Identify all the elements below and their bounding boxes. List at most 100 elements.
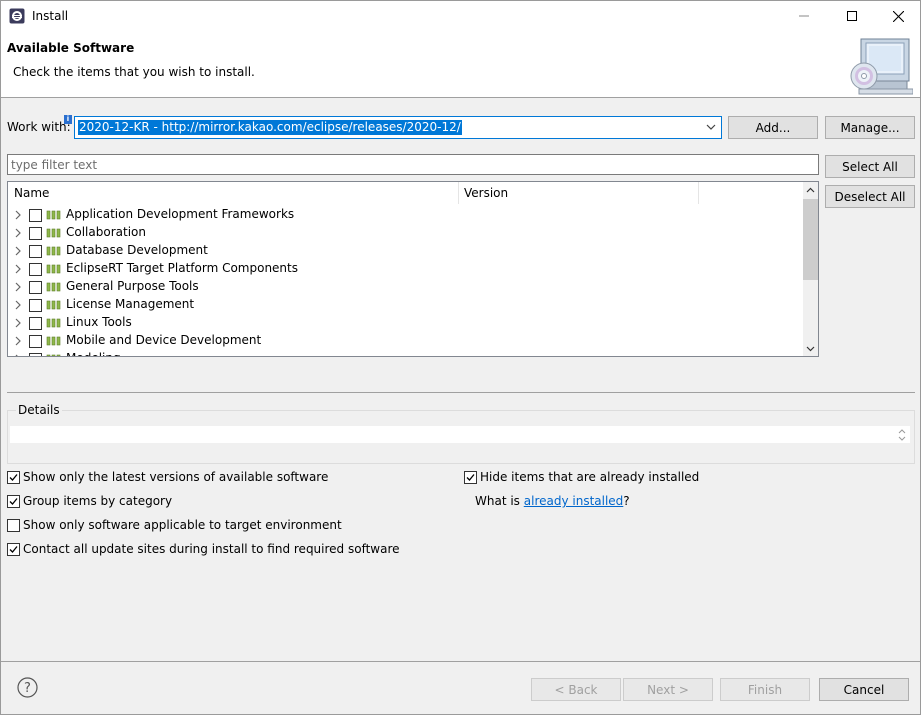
info-icon: i <box>64 115 72 124</box>
tree-row[interactable]: Database Development <box>8 242 803 260</box>
page-title: Available Software <box>7 41 135 55</box>
check-icon <box>466 473 475 481</box>
row-checkbox[interactable] <box>29 263 42 276</box>
row-checkbox[interactable] <box>29 299 42 312</box>
chevron-right-icon[interactable] <box>14 354 22 357</box>
target-env-checkbox[interactable] <box>7 518 20 532</box>
row-label: EclipseRT Target Platform Components <box>66 261 298 275</box>
chevron-right-icon[interactable] <box>14 300 22 310</box>
maximize-button[interactable] <box>829 1 875 31</box>
feature-category-icon <box>46 264 61 274</box>
spinner-icon[interactable] <box>896 428 908 442</box>
latest-versions-checkbox[interactable] <box>7 470 20 484</box>
hide-installed-checkbox[interactable] <box>464 470 477 484</box>
target-env-label: Show only software applicable to target … <box>23 518 342 532</box>
row-checkbox[interactable] <box>29 209 42 222</box>
hide-installed-option[interactable]: Hide items that are already installed <box>464 470 699 484</box>
tree-scrollbar[interactable] <box>803 182 818 356</box>
latest-versions-label: Show only the latest versions of availab… <box>23 470 329 484</box>
deselect-all-button[interactable]: Deselect All <box>825 185 915 208</box>
next-button[interactable]: Next > <box>623 678 713 701</box>
group-by-category-option[interactable]: Group items by category <box>7 494 172 508</box>
chevron-down-icon[interactable] <box>704 120 718 135</box>
finish-button[interactable]: Finish <box>720 678 810 701</box>
feature-category-icon <box>46 336 61 346</box>
title-bar: Install <box>1 1 920 31</box>
minimize-button[interactable] <box>781 1 827 31</box>
column-name[interactable]: Name <box>14 186 49 200</box>
eclipse-icon <box>9 8 25 24</box>
window-title: Install <box>32 9 69 23</box>
back-button[interactable]: < Back <box>531 678 621 701</box>
maximize-icon <box>847 11 857 21</box>
work-with-combo[interactable]: 2020-12-KR - http://mirror.kakao.com/ecl… <box>74 116 722 139</box>
details-text <box>10 426 910 443</box>
minimize-icon <box>799 15 809 17</box>
row-checkbox[interactable] <box>29 335 42 348</box>
row-checkbox[interactable] <box>29 353 42 356</box>
tree-row[interactable]: Collaboration <box>8 224 803 242</box>
install-computer-cd-icon <box>850 38 913 95</box>
row-checkbox[interactable] <box>29 317 42 330</box>
chevron-right-icon[interactable] <box>14 246 22 256</box>
page-description: Check the items that you wish to install… <box>13 65 255 79</box>
latest-versions-option[interactable]: Show only the latest versions of availab… <box>7 470 328 484</box>
tree-row[interactable]: License Management <box>8 296 803 314</box>
work-with-value[interactable]: 2020-12-KR - http://mirror.kakao.com/ecl… <box>78 120 462 135</box>
wizard-header: Available Software Check the items that … <box>1 31 920 98</box>
contact-sites-checkbox[interactable] <box>7 542 20 556</box>
hide-installed-label: Hide items that are already installed <box>480 470 700 484</box>
target-env-option[interactable]: Show only software applicable to target … <box>7 518 342 532</box>
tree-row[interactable]: Mobile and Device Development <box>8 332 803 350</box>
software-tree[interactable]: Name Version Application Development Fra… <box>7 181 819 357</box>
tree-row[interactable]: EclipseRT Target Platform Components <box>8 260 803 278</box>
chevron-right-icon[interactable] <box>14 336 22 346</box>
row-label: Mobile and Device Development <box>66 333 262 347</box>
row-checkbox[interactable] <box>29 227 42 240</box>
row-label: Linux Tools <box>66 315 132 329</box>
group-by-category-checkbox[interactable] <box>7 494 20 508</box>
tree-row[interactable]: General Purpose Tools <box>8 278 803 296</box>
chevron-right-icon[interactable] <box>14 318 22 328</box>
feature-category-icon <box>46 246 61 256</box>
separator <box>7 392 915 393</box>
check-icon <box>9 497 18 505</box>
column-divider[interactable] <box>698 182 699 204</box>
chevron-right-icon[interactable] <box>14 264 22 274</box>
help-icon[interactable]: ? <box>17 677 38 698</box>
already-installed-link[interactable]: already installed <box>524 494 624 508</box>
scroll-up-button[interactable] <box>803 182 818 197</box>
add-button[interactable]: Add... <box>728 116 818 139</box>
row-label: General Purpose Tools <box>66 279 199 293</box>
feature-category-icon <box>46 300 61 310</box>
what-is-suffix: ? <box>623 494 630 508</box>
chevron-right-icon[interactable] <box>14 282 22 292</box>
close-icon <box>892 10 904 22</box>
cancel-button[interactable]: Cancel <box>819 678 909 701</box>
tree-header: Name Version <box>8 182 803 204</box>
contact-sites-option[interactable]: Contact all update sites during install … <box>7 542 400 556</box>
install-dialog: Install Available Software Check the ite… <box>0 0 921 715</box>
chevron-right-icon[interactable] <box>14 228 22 238</box>
row-checkbox[interactable] <box>29 245 42 258</box>
chevron-right-icon[interactable] <box>14 210 22 220</box>
check-icon <box>9 473 18 481</box>
chevron-up-icon <box>806 187 815 192</box>
scroll-thumb[interactable] <box>803 199 818 280</box>
column-version[interactable]: Version <box>464 186 508 200</box>
close-button[interactable] <box>875 1 921 31</box>
scroll-down-button[interactable] <box>803 341 818 356</box>
column-divider[interactable] <box>458 182 459 204</box>
filter-field[interactable] <box>7 154 819 175</box>
work-with-label: Work with: <box>7 120 71 134</box>
details-label: Details <box>16 403 62 417</box>
select-all-button[interactable]: Select All <box>825 155 915 178</box>
tree-row[interactable]: Linux Tools <box>8 314 803 332</box>
tree-row[interactable]: Modeling <box>8 350 803 357</box>
feature-category-icon <box>46 228 61 238</box>
contact-sites-label: Contact all update sites during install … <box>23 542 400 556</box>
filter-input[interactable] <box>11 157 811 173</box>
row-checkbox[interactable] <box>29 281 42 294</box>
manage-button[interactable]: Manage... <box>825 116 915 139</box>
tree-row[interactable]: Application Development Frameworks <box>8 206 803 224</box>
